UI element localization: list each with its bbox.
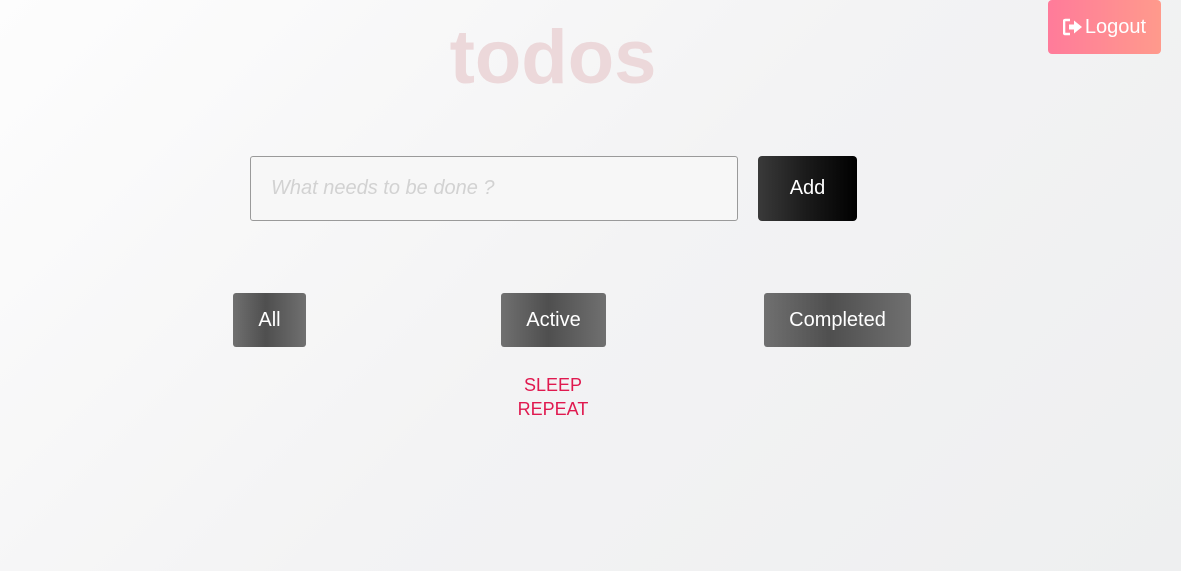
filter-completed-button[interactable]: Completed [764, 293, 911, 347]
add-button[interactable]: Add [758, 156, 857, 221]
todo-list: SLEEP REPEAT [453, 373, 653, 421]
app-title: todos [449, 15, 657, 100]
todo-item[interactable]: REPEAT [453, 397, 653, 421]
filter-active-button[interactable]: Active [501, 293, 606, 347]
new-todo-input[interactable] [250, 156, 738, 221]
todo-item[interactable]: SLEEP [453, 373, 653, 397]
filter-all-button[interactable]: All [233, 293, 306, 347]
